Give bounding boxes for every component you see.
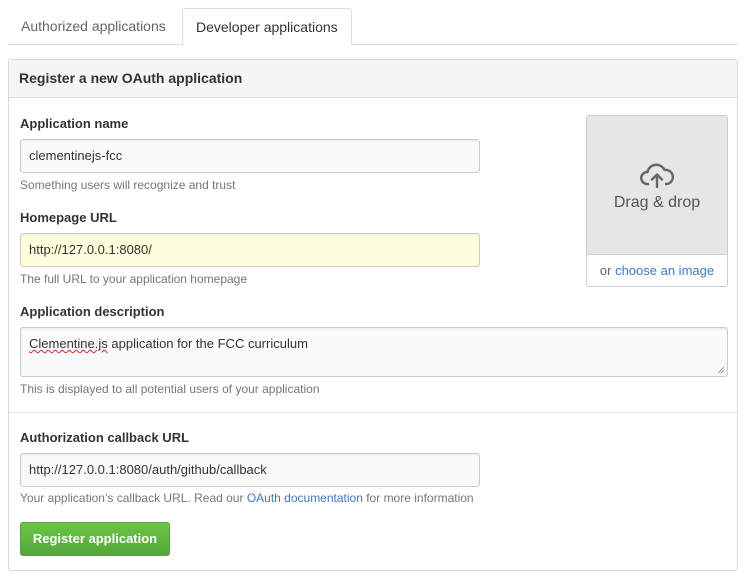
- tab-developer-applications[interactable]: Developer applications: [182, 8, 352, 46]
- app-name-label: Application name: [20, 116, 129, 131]
- upload-footer: or choose an image: [587, 255, 727, 286]
- description-text: application for the FCC curriculum: [107, 336, 308, 351]
- panel-title: Register a new OAuth application: [9, 60, 737, 98]
- callback-url-hint: Your application’s callback URL. Read ou…: [20, 491, 474, 505]
- register-application-button[interactable]: Register application: [20, 522, 170, 556]
- register-app-panel: Register a new OAuth application Applica…: [8, 59, 738, 571]
- homepage-url-hint: The full URL to your application homepag…: [20, 272, 248, 286]
- app-name-input[interactable]: clementinejs-fcc: [20, 139, 480, 173]
- oauth-documentation-link[interactable]: OAuth documentation: [247, 491, 363, 505]
- description-hint: This is displayed to all potential users…: [20, 382, 320, 396]
- callback-url-input[interactable]: http://127.0.0.1:8080/auth/github/callba…: [20, 453, 480, 487]
- description-label: Application description: [20, 304, 165, 319]
- tab-bar: Authorized applications Developer applic…: [8, 8, 738, 46]
- homepage-url-input[interactable]: http://127.0.0.1:8080/: [20, 233, 480, 267]
- homepage-url-label: Homepage URL: [20, 210, 117, 225]
- misspelled-word: Clementine.js: [29, 336, 108, 351]
- drop-zone[interactable]: Drag & drop: [587, 116, 727, 255]
- callback-url-label: Authorization callback URL: [20, 430, 190, 445]
- logo-upload[interactable]: Drag & drop or choose an image: [586, 115, 728, 287]
- tab-authorized-applications[interactable]: Authorized applications: [8, 8, 179, 45]
- section-divider: [9, 412, 737, 413]
- cloud-upload-icon: [640, 163, 675, 189]
- app-name-hint: Something users will recognize and trust: [20, 178, 236, 192]
- drag-drop-text: Drag & drop: [613, 194, 701, 211]
- description-textarea[interactable]: Clementine.js application for the FCC cu…: [20, 327, 728, 377]
- resize-handle-icon[interactable]: [717, 366, 725, 374]
- choose-image-link[interactable]: choose an image: [615, 263, 714, 278]
